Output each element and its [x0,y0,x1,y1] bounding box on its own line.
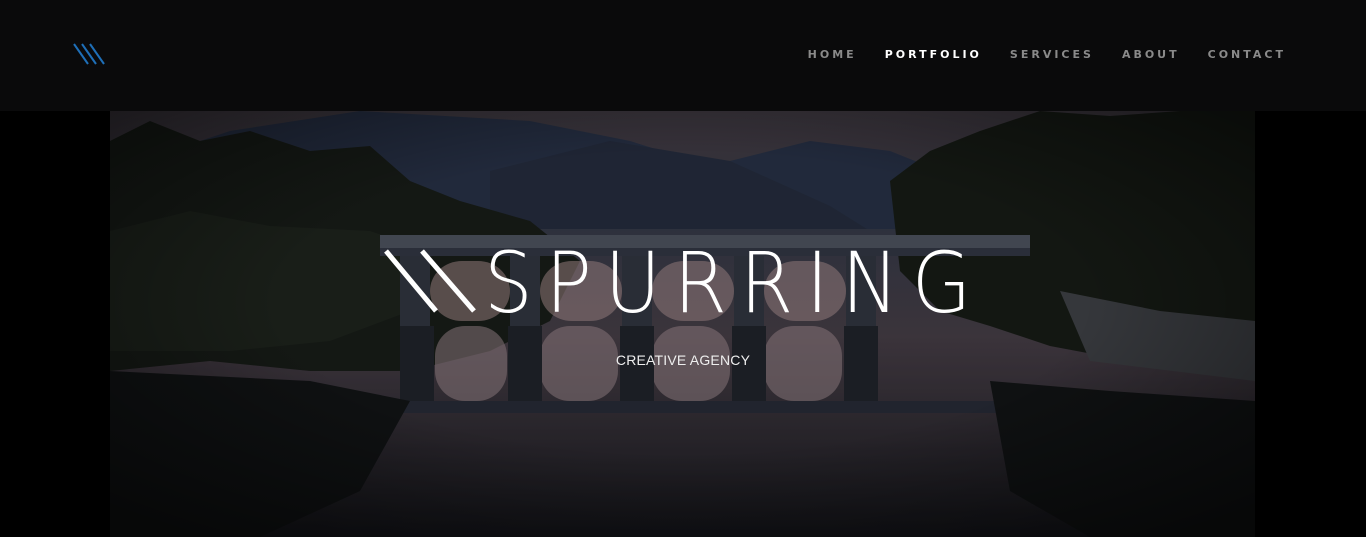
top-navigation-bar: HOME PORTFOLIO SERVICES ABOUT CONTACT [0,0,1366,111]
hero-tagline: CREATIVE AGENCY [615,352,751,368]
nav-home-link[interactable]: HOME [808,48,857,62]
nav-contact-link[interactable]: CONTACT [1208,48,1286,62]
hero-background-image [110,111,1255,537]
triple-slash-logo-icon[interactable] [72,42,110,66]
nav-portfolio-link[interactable]: PORTFOLIO [885,48,982,62]
main-menu: HOME PORTFOLIO SERVICES ABOUT CONTACT [780,48,1286,62]
brand-name-text: SPURRING [484,248,984,316]
nav-about-link[interactable]: ABOUT [1122,48,1180,62]
spurring-wordmark-logo: SPURRING [384,248,984,316]
nav-services-link[interactable]: SERVICES [1010,48,1094,62]
hero-banner [110,111,1255,537]
